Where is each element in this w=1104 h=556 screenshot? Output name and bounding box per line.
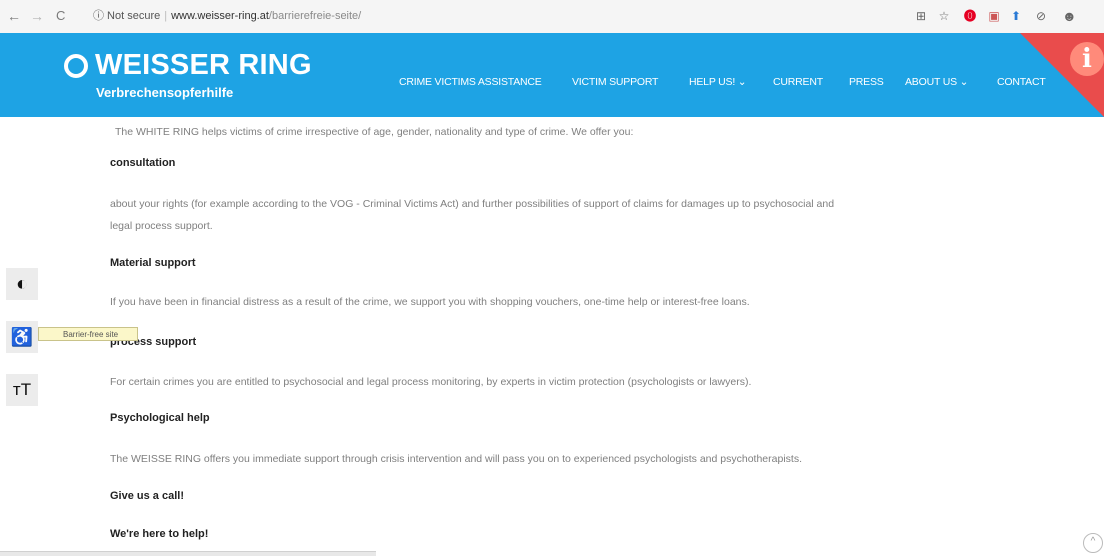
contrast-icon[interactable]: ◐ — [6, 268, 38, 300]
nav-press[interactable]: PRESS — [849, 76, 884, 88]
tooltip: Barrier-free site — [38, 327, 138, 341]
status-bar — [0, 551, 376, 556]
profile-icon[interactable]: ☻ — [1062, 9, 1077, 23]
security-label[interactable]: ⓘ Not secure — [93, 10, 160, 22]
consultation-text-2: legal process support. — [110, 220, 213, 232]
psychological-help-text: The WEISSE RING offers you immediate sup… — [110, 453, 802, 465]
logo-ring-icon[interactable] — [64, 54, 88, 78]
address-bar[interactable]: ⓘ Not secure | www.weisser-ring.at/barrier… — [93, 6, 361, 26]
scroll-top-icon[interactable]: ^ — [1083, 533, 1103, 553]
extension-icon[interactable]: ⬆ — [1009, 9, 1023, 23]
site-header: WEISSER RING Verbrechensopferhilfe CRIME… — [0, 33, 1104, 117]
pinterest-icon[interactable]: ⓿ — [963, 9, 977, 23]
help-heading: We're here to help! — [110, 528, 209, 540]
info-icon[interactable]: i — [1070, 42, 1104, 76]
translate-icon[interactable]: ⊞ — [914, 9, 928, 23]
reload-icon[interactable]: C — [56, 8, 65, 24]
call-heading: Give us a call! — [110, 490, 184, 502]
wheelchair-icon[interactable]: ♿ — [6, 321, 38, 353]
process-support-text: For certain crimes you are entitled to p… — [110, 376, 752, 388]
nav-help-us[interactable]: HELP US! ⌄ — [689, 76, 747, 88]
material-support-heading: Material support — [110, 257, 196, 269]
url-host: www.weisser-ring.at — [171, 10, 269, 22]
extension-icon[interactable]: ▣ — [987, 9, 1001, 23]
forward-icon[interactable]: → — [30, 8, 44, 24]
material-support-text: If you have been in financial distress a… — [110, 296, 750, 308]
consultation-text-1: about your rights (for example according… — [110, 198, 835, 210]
site-tagline: Verbrechensopferhilfe — [96, 85, 234, 100]
intro-text: The WHITE RING helps victims of crime ir… — [115, 126, 634, 138]
browser-toolbar: ← → C ⓘ Not secure | www.weisser-ring.at/b… — [0, 0, 1104, 34]
consultation-heading: consultation — [110, 157, 176, 169]
back-icon[interactable]: ← — [7, 8, 21, 24]
block-icon[interactable]: ⊘ — [1034, 9, 1048, 23]
psychological-help-heading: Psychological help — [110, 412, 210, 424]
site-logo-name[interactable]: WEISSER RING — [95, 49, 312, 82]
nav-crime-victims-assistance[interactable]: CRIME VICTIMS ASSISTANCE — [399, 76, 542, 88]
text-size-icon[interactable]: тT — [6, 374, 38, 406]
nav-current[interactable]: CURRENT — [773, 76, 823, 88]
nav-victim-support[interactable]: VICTIM SUPPORT — [572, 76, 658, 88]
star-icon[interactable]: ☆ — [937, 9, 951, 23]
url-path: /barrierefreie-seite/ — [268, 10, 362, 22]
nav-about-us[interactable]: ABOUT US ⌄ — [905, 76, 968, 88]
